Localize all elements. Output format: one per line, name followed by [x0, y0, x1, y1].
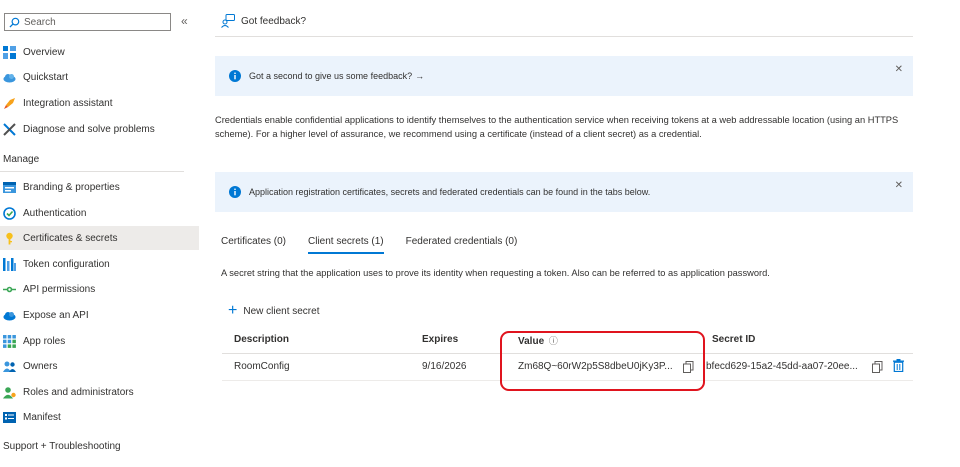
sidebar-item-quickstart[interactable]: Quickstart	[0, 65, 199, 89]
column-header-expires: Expires	[422, 334, 459, 345]
feedback-banner: Got a second to give us some feedback? → …	[215, 56, 913, 96]
column-header-secret-id: Secret ID	[712, 334, 756, 345]
new-client-secret-label: New client secret	[243, 305, 320, 317]
manifest-icon	[3, 411, 16, 424]
sidebar-item-label: Integration assistant	[23, 97, 113, 109]
sidebar-item-label: Certificates & secrets	[23, 232, 118, 244]
sidebar-item-roles-administrators[interactable]: Roles and administrators	[0, 380, 199, 404]
section-divider	[0, 171, 184, 172]
branding-icon	[3, 181, 16, 194]
search-input[interactable]	[24, 16, 164, 28]
tab-client-secrets[interactable]: Client secrets (1)	[308, 236, 384, 254]
value-highlight-annotation	[500, 331, 705, 391]
overview-grid-icon	[3, 45, 16, 59]
token-bars-icon	[3, 257, 16, 271]
sidebar-item-owners[interactable]: Owners	[0, 354, 199, 378]
sidebar-item-label: API permissions	[23, 283, 96, 295]
info-banner: Application registration certificates, s…	[215, 172, 913, 212]
collapse-sidebar-icon[interactable]: «	[181, 14, 188, 28]
sidebar-item-label: Diagnose and solve problems	[23, 123, 155, 135]
key-icon	[3, 232, 16, 245]
sidebar-item-label: Token configuration	[23, 258, 110, 270]
secret-id-cell: bfecd629-15a2-45dd-aa07-20ee...	[706, 361, 858, 372]
app-roles-grid-icon	[3, 334, 16, 348]
sidebar-item-label: App roles	[23, 335, 66, 347]
quickstart-cloud-icon	[3, 71, 16, 84]
sidebar-item-label: Branding & properties	[23, 181, 120, 193]
info-icon	[229, 186, 241, 198]
authentication-icon	[3, 206, 16, 220]
credential-tabs: Certificates (0) Client secrets (1) Fede…	[221, 236, 539, 254]
manage-section-header: Manage	[3, 154, 40, 165]
sidebar-item-api-permissions[interactable]: API permissions	[0, 277, 199, 301]
search-box[interactable]	[4, 13, 171, 31]
delete-trash-icon[interactable]	[893, 359, 904, 372]
close-feedback-banner-icon[interactable]: ✕	[895, 64, 903, 75]
header-divider	[215, 36, 913, 37]
api-permissions-icon	[3, 283, 16, 296]
sidebar-item-overview[interactable]: Overview	[0, 40, 199, 64]
sidebar-item-label: Roles and administrators	[23, 386, 134, 398]
credentials-description: Credentials enable confidential applicat…	[215, 115, 899, 139]
sidebar-item-token-configuration[interactable]: Token configuration	[0, 252, 199, 276]
feedback-person-icon	[221, 14, 235, 28]
search-icon	[9, 17, 20, 28]
client-secret-description: A secret string that the application use…	[221, 268, 770, 278]
sidebar-item-branding[interactable]: Branding & properties	[0, 175, 199, 199]
arrow-right-icon: →	[415, 71, 425, 81]
secret-description-cell: RoomConfig	[234, 361, 290, 372]
secret-expires-cell: 9/16/2026	[422, 361, 467, 372]
sidebar-item-label: Quickstart	[23, 71, 69, 83]
sidebar-item-certificates-secrets[interactable]: Certificates & secrets	[0, 226, 199, 250]
feedback-link-label: Got feedback?	[241, 15, 307, 27]
rocket-icon	[3, 97, 16, 110]
wrench-icon	[3, 122, 16, 136]
support-section-header: Support + Troubleshooting	[3, 441, 121, 452]
tab-federated-credentials[interactable]: Federated credentials (0)	[406, 236, 518, 253]
new-client-secret-button[interactable]: + New client secret	[228, 302, 320, 319]
sidebar-item-diagnose[interactable]: Diagnose and solve problems	[0, 117, 199, 141]
sidebar-item-label: Owners	[23, 360, 58, 372]
column-header-description: Description	[234, 334, 290, 345]
sidebar: « Overview Quickstart Integration assist…	[0, 0, 199, 467]
sidebar-item-label: Authentication	[23, 207, 87, 219]
plus-icon: +	[228, 302, 238, 319]
feedback-banner-label: Got a second to give us some feedback?	[249, 71, 413, 81]
sidebar-item-authentication[interactable]: Authentication	[0, 201, 199, 225]
sidebar-item-label: Overview	[23, 46, 65, 58]
sidebar-item-label: Manifest	[23, 411, 61, 423]
info-icon	[229, 70, 241, 82]
sidebar-item-label: Expose an API	[23, 309, 89, 321]
close-info-banner-icon[interactable]: ✕	[895, 180, 903, 191]
cloud-api-icon	[3, 309, 16, 322]
roles-person-icon	[3, 386, 16, 399]
owners-people-icon	[3, 360, 16, 373]
sidebar-item-manifest[interactable]: Manifest	[0, 405, 199, 429]
got-feedback-link[interactable]: Got feedback?	[221, 14, 306, 28]
sidebar-item-expose-api[interactable]: Expose an API	[0, 303, 199, 327]
copy-secret-id-icon[interactable]	[872, 361, 883, 373]
info-banner-text: Application registration certificates, s…	[249, 187, 651, 197]
sidebar-item-integration-assistant[interactable]: Integration assistant	[0, 91, 199, 115]
feedback-banner-text[interactable]: Got a second to give us some feedback? →	[249, 71, 424, 81]
tab-certificates[interactable]: Certificates (0)	[221, 236, 286, 253]
sidebar-item-app-roles[interactable]: App roles	[0, 329, 199, 353]
